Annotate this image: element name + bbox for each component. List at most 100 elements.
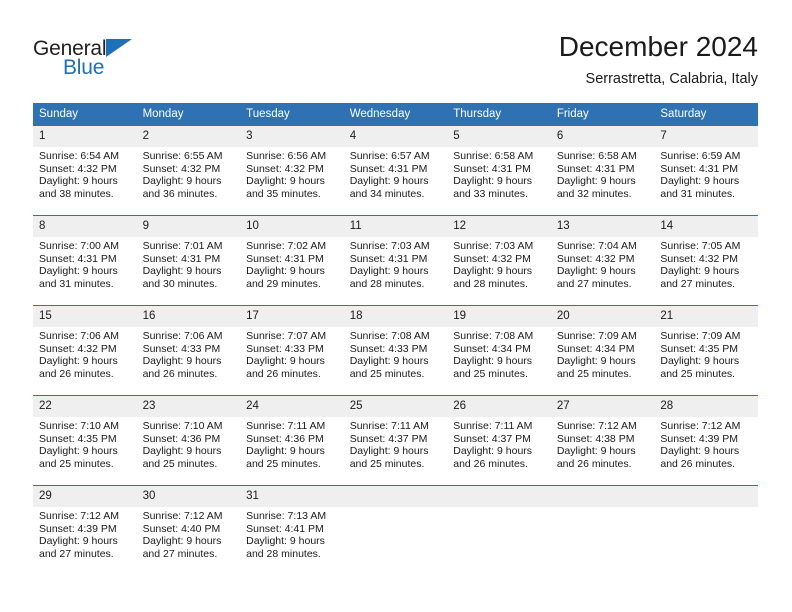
sunset-text: Sunset: 4:34 PM — [556, 342, 635, 355]
weekday-header-monday: Monday — [136, 103, 241, 126]
sunrise-text: Sunrise: 7:00 AM — [39, 240, 119, 252]
day-cell[interactable]: 11 Sunrise: 7:03 AM Sunset: 4:31 PM Dayligh… — [343, 215, 448, 306]
week-row: 1 Sunrise: 6:54 AM Sunset: 4:32 PM Daylight… — [33, 125, 758, 216]
day-cell[interactable]: 1 Sunrise: 6:54 AM Sunset: 4:32 PM Daylight… — [33, 125, 137, 216]
sunset-text: Sunset: 4:35 PM — [660, 342, 739, 355]
logo-text-blue: Blue — [63, 56, 105, 79]
day-info: Sunrise: 7:02 AM Sunset: 4:31 PM Daylight:… — [240, 237, 344, 290]
day-cell[interactable]: 21 Sunrise: 7:09 AM Sunset: 4:35 PM Dayligh… — [654, 305, 758, 396]
day-number — [447, 486, 551, 507]
day-number — [550, 486, 655, 507]
week-row: 15 Sunrise: 7:06 AM Sunset: 4:32 PM Dayligh… — [33, 305, 758, 396]
day-cell[interactable]: 10 Sunrise: 7:02 AM Sunset: 4:31 PM Dayligh… — [240, 215, 344, 306]
day-cell[interactable]: 30 Sunrise: 7:12 AM Sunset: 4:40 PM Dayligh… — [136, 485, 241, 575]
day-cell[interactable]: 25 Sunrise: 7:11 AM Sunset: 4:37 PM Dayligh… — [343, 395, 448, 486]
daylight-text-line1: Daylight: 9 hours — [39, 175, 118, 188]
day-number: 30 — [136, 486, 241, 507]
day-cell[interactable]: 16 Sunrise: 7:06 AM Sunset: 4:33 PM Dayligh… — [136, 305, 241, 396]
day-number: 13 — [550, 216, 655, 237]
daylight-text-line2: and 28 minutes. — [246, 547, 321, 560]
day-info: Sunrise: 7:13 AM Sunset: 4:41 PM Daylight:… — [240, 507, 344, 560]
day-info: Sunrise: 7:11 AM Sunset: 4:36 PM Daylight:… — [240, 417, 344, 470]
day-cell[interactable]: 7 Sunrise: 6:59 AM Sunset: 4:31 PM Daylight… — [654, 125, 758, 216]
day-cell[interactable]: 3 Sunrise: 6:56 AM Sunset: 4:32 PM Daylight… — [240, 125, 344, 216]
daylight-text-line2: and 38 minutes. — [39, 187, 114, 200]
day-cell[interactable]: 22 Sunrise: 7:10 AM Sunset: 4:35 PM Dayligh… — [33, 395, 137, 486]
day-info: Sunrise: 6:55 AM Sunset: 4:32 PM Daylight:… — [137, 147, 241, 200]
weekday-header-row: Sunday Monday Tuesday Wednesday Thursday… — [33, 103, 758, 126]
sunrise-text: Sunrise: 7:09 AM — [660, 330, 741, 342]
day-cell[interactable]: 29 Sunrise: 7:12 AM Sunset: 4:39 PM Dayligh… — [33, 485, 137, 575]
day-info: Sunrise: 7:11 AM Sunset: 4:37 PM Daylight:… — [344, 417, 448, 470]
day-number: 28 — [654, 396, 758, 417]
page-title: December 2024 — [558, 31, 758, 62]
day-cell[interactable]: 19 Sunrise: 7:08 AM Sunset: 4:34 PM Dayligh… — [447, 305, 551, 396]
sunrise-text: Sunrise: 7:12 AM — [556, 420, 637, 432]
day-cell[interactable]: 2 Sunrise: 6:55 AM Sunset: 4:32 PM Daylight… — [136, 125, 241, 216]
day-cell[interactable]: 31 Sunrise: 7:13 AM Sunset: 4:41 PM Dayligh… — [240, 485, 344, 575]
day-cell[interactable]: 5 Sunrise: 6:58 AM Sunset: 4:31 PM Daylight… — [447, 125, 551, 216]
day-cell[interactable]: 18 Sunrise: 7:08 AM Sunset: 4:33 PM Dayligh… — [343, 305, 448, 396]
day-cell[interactable]: 28 Sunrise: 7:12 AM Sunset: 4:39 PM Dayligh… — [654, 395, 758, 486]
daylight-text-line2: and 26 minutes. — [142, 367, 218, 380]
day-cell[interactable]: 14 Sunrise: 7:05 AM Sunset: 4:32 PM Dayligh… — [654, 215, 758, 306]
sunset-text: Sunset: 4:37 PM — [349, 432, 428, 445]
week-row: 8 Sunrise: 7:00 AM Sunset: 4:31 PM Daylight… — [33, 215, 758, 306]
daylight-text-line2: and 27 minutes. — [556, 277, 632, 290]
daylight-text-line1: Daylight: 9 hours — [349, 355, 429, 368]
sunrise-text: Sunrise: 7:07 AM — [246, 330, 327, 342]
sunrise-text: Sunrise: 7:09 AM — [556, 330, 637, 342]
daylight-text-line2: and 30 minutes. — [142, 277, 218, 290]
sunset-text: Sunset: 4:33 PM — [142, 342, 221, 355]
sunset-text: Sunset: 4:39 PM — [660, 432, 739, 445]
day-cell[interactable]: 27 Sunrise: 7:12 AM Sunset: 4:38 PM Dayligh… — [550, 395, 655, 486]
daylight-text-line1: Daylight: 9 hours — [660, 175, 740, 188]
day-info: Sunrise: 7:12 AM Sunset: 4:40 PM Daylight:… — [137, 507, 241, 560]
sunrise-text: Sunrise: 7:10 AM — [142, 420, 223, 432]
day-number: 20 — [550, 306, 655, 327]
day-info: Sunrise: 7:09 AM Sunset: 4:34 PM Daylight:… — [551, 327, 655, 380]
day-number: 7 — [654, 126, 758, 147]
general-blue-logo[interactable]: General Blue — [33, 37, 163, 81]
day-info: Sunrise: 7:10 AM Sunset: 4:36 PM Daylight:… — [137, 417, 241, 470]
daylight-text-line1: Daylight: 9 hours — [246, 175, 325, 188]
sunset-text: Sunset: 4:32 PM — [660, 252, 739, 265]
day-cell[interactable]: 20 Sunrise: 7:09 AM Sunset: 4:34 PM Dayligh… — [550, 305, 655, 396]
day-cell[interactable]: 23 Sunrise: 7:10 AM Sunset: 4:36 PM Dayligh… — [136, 395, 241, 486]
daylight-text-line2: and 27 minutes. — [660, 277, 736, 290]
sunset-text: Sunset: 4:40 PM — [142, 522, 221, 535]
day-cell[interactable]: 15 Sunrise: 7:06 AM Sunset: 4:32 PM Dayligh… — [33, 305, 137, 396]
sunset-text: Sunset: 4:31 PM — [246, 252, 324, 265]
day-number: 5 — [447, 126, 551, 147]
sunrise-text: Sunrise: 6:57 AM — [349, 150, 430, 162]
day-cell[interactable]: 26 Sunrise: 7:11 AM Sunset: 4:37 PM Dayligh… — [447, 395, 551, 486]
daylight-text-line2: and 26 minutes. — [39, 367, 114, 380]
day-cell[interactable]: 6 Sunrise: 6:58 AM Sunset: 4:31 PM Daylight… — [550, 125, 655, 216]
sunrise-text: Sunrise: 7:06 AM — [39, 330, 119, 342]
day-cell[interactable]: 17 Sunrise: 7:07 AM Sunset: 4:33 PM Dayligh… — [240, 305, 344, 396]
sunset-text: Sunset: 4:36 PM — [142, 432, 221, 445]
day-number: 1 — [33, 126, 137, 147]
sunset-text: Sunset: 4:31 PM — [660, 162, 739, 175]
day-number — [654, 486, 758, 507]
daylight-text-line2: and 25 minutes. — [246, 457, 321, 470]
daylight-text-line2: and 33 minutes. — [453, 187, 528, 200]
day-cell[interactable]: 12 Sunrise: 7:03 AM Sunset: 4:32 PM Dayligh… — [447, 215, 551, 306]
sunrise-text: Sunrise: 7:06 AM — [142, 330, 223, 342]
day-cell[interactable]: 13 Sunrise: 7:04 AM Sunset: 4:32 PM Dayligh… — [550, 215, 655, 306]
day-info: Sunrise: 6:59 AM Sunset: 4:31 PM Daylight:… — [654, 147, 758, 200]
daylight-text-line2: and 27 minutes. — [142, 547, 218, 560]
calendar-page: General Blue December 2024 Serrastretta,… — [0, 0, 792, 612]
sunrise-text: Sunrise: 7:03 AM — [453, 240, 534, 252]
day-number: 26 — [447, 396, 551, 417]
day-number: 11 — [343, 216, 448, 237]
day-number: 4 — [343, 126, 448, 147]
day-cell[interactable]: 4 Sunrise: 6:57 AM Sunset: 4:31 PM Daylight… — [343, 125, 448, 216]
daylight-text-line2: and 36 minutes. — [142, 187, 218, 200]
day-number: 10 — [240, 216, 344, 237]
day-cell[interactable]: 9 Sunrise: 7:01 AM Sunset: 4:31 PM Daylight… — [136, 215, 241, 306]
day-cell[interactable]: 8 Sunrise: 7:00 AM Sunset: 4:31 PM Daylight… — [33, 215, 137, 306]
day-cell[interactable]: 24 Sunrise: 7:11 AM Sunset: 4:36 PM Dayligh… — [240, 395, 344, 486]
weekday-header-sunday: Sunday — [33, 103, 137, 126]
day-info: Sunrise: 7:10 AM Sunset: 4:35 PM Daylight:… — [33, 417, 137, 470]
